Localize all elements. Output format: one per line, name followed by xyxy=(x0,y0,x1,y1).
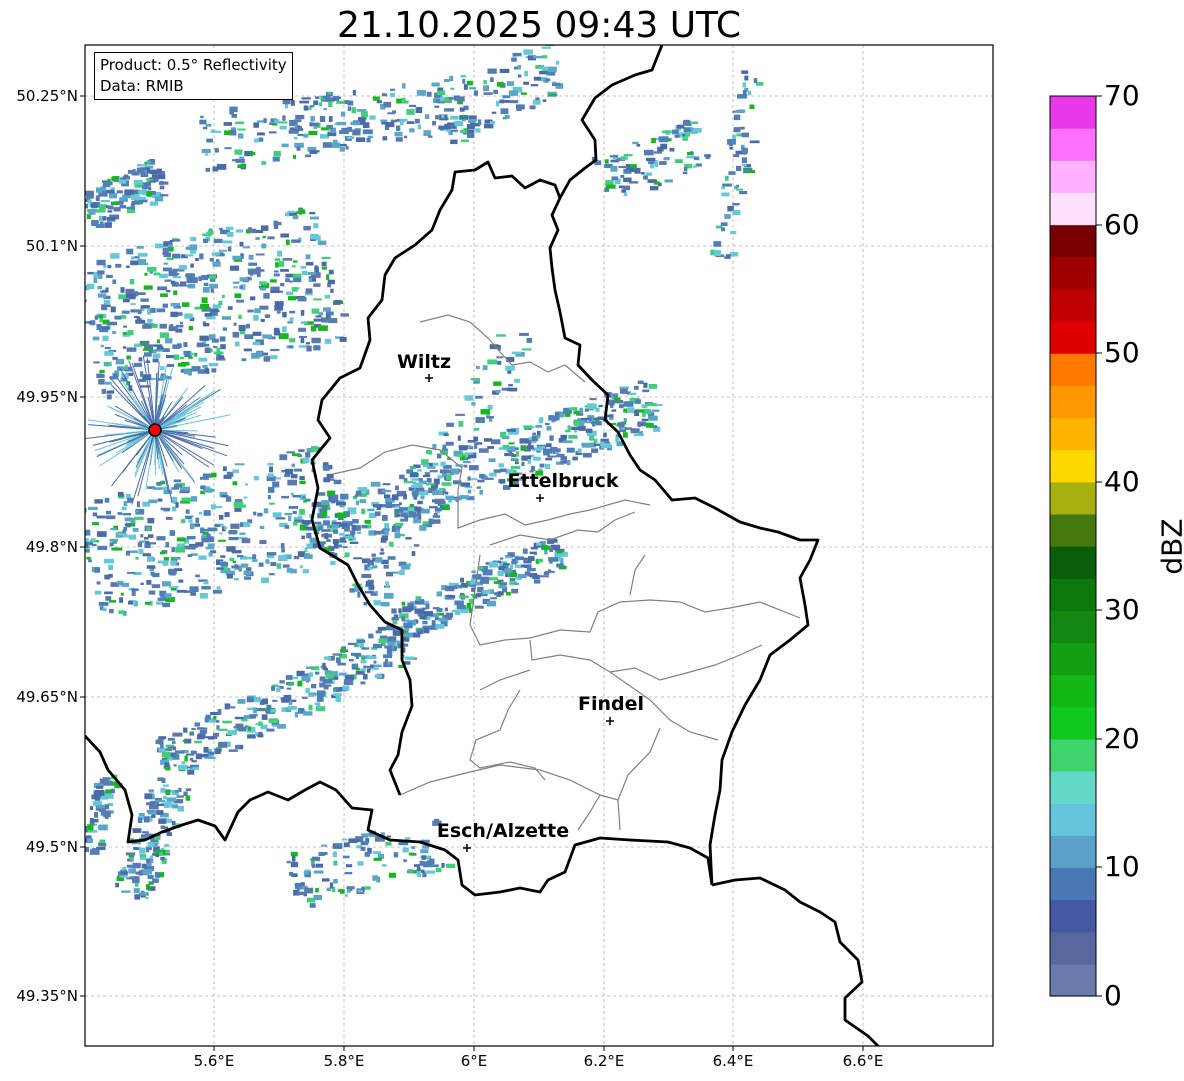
colorbar-tick-label: 30 xyxy=(1104,593,1140,626)
data-source-label: Data: RMIB xyxy=(100,77,184,95)
lat-label: 50.25°N xyxy=(16,87,78,105)
lon-label: 6.2°E xyxy=(583,1052,625,1070)
lon-label: 5.6°E xyxy=(193,1052,235,1070)
city-label-findel: Findel xyxy=(577,693,645,715)
colorbar-segment xyxy=(1050,513,1096,547)
colorbar-segment xyxy=(1050,674,1096,708)
colorbar-segment xyxy=(1050,963,1096,997)
lon-label: 6.4°E xyxy=(712,1052,754,1070)
colorbar-segment xyxy=(1050,546,1096,579)
colorbar-segment xyxy=(1050,96,1096,129)
colorbar-segment xyxy=(1050,192,1096,226)
colorbar-unit-label: dBZ xyxy=(1155,518,1184,575)
lat-label: 49.5°N xyxy=(25,838,78,856)
lat-label: 49.35°N xyxy=(16,987,78,1005)
colorbar-segment xyxy=(1050,385,1096,419)
colorbar-segment xyxy=(1050,321,1096,354)
colorbar-segment xyxy=(1050,128,1096,161)
colorbar-segment xyxy=(1050,931,1096,965)
lat-label: 50.1°N xyxy=(25,237,78,255)
colorbar-tick-label: 0 xyxy=(1104,979,1122,1012)
colorbar-segment xyxy=(1050,867,1096,901)
product-label: Product: 0.5° Reflectivity xyxy=(100,56,287,74)
axis-ticks xyxy=(80,95,864,1051)
colorbar-tick-label: 50 xyxy=(1104,336,1140,369)
colorbar-segment xyxy=(1050,481,1096,515)
colorbar-segment xyxy=(1050,417,1096,451)
country-borders xyxy=(85,45,880,1046)
lat-label: 49.95°N xyxy=(16,388,78,406)
colorbar-segment xyxy=(1050,706,1096,740)
colorbar-tick-label: 70 xyxy=(1104,79,1140,112)
colorbar-ticks xyxy=(1096,95,1102,997)
colorbar-segment xyxy=(1050,578,1096,611)
colorbar-segment xyxy=(1050,771,1096,804)
colorbar xyxy=(1050,96,1096,997)
radar-site xyxy=(148,423,162,437)
lat-label: 49.65°N xyxy=(16,688,78,706)
colorbar-segment xyxy=(1050,738,1096,772)
radar-map xyxy=(80,44,1102,1051)
city-label-wiltz: Wiltz xyxy=(396,351,452,373)
colorbar-segment xyxy=(1050,610,1096,644)
colorbar-segment xyxy=(1050,449,1096,483)
lon-label: 6°E xyxy=(460,1052,488,1070)
radar-echoes xyxy=(85,45,764,908)
city-label-esch-alzette: Esch/Alzette xyxy=(436,820,570,842)
info-box: Product: 0.5° Reflectivity Data: RMIB xyxy=(94,52,293,100)
colorbar-segment xyxy=(1050,899,1096,933)
colorbar-segment xyxy=(1050,160,1096,194)
colorbar-tick-label: 60 xyxy=(1104,208,1140,241)
colorbar-segment xyxy=(1050,256,1096,290)
city-label-ettelbruck: Ettelbruck xyxy=(507,470,619,492)
colorbar-segment xyxy=(1050,288,1096,322)
colorbar-segment xyxy=(1050,642,1096,676)
lon-label: 5.8°E xyxy=(323,1052,365,1070)
colorbar-segment xyxy=(1050,803,1096,836)
lon-label: 6.6°E xyxy=(842,1052,884,1070)
colorbar-tick-label: 10 xyxy=(1104,850,1140,883)
colorbar-tick-label: 20 xyxy=(1104,722,1140,755)
lat-label: 49.8°N xyxy=(25,538,78,556)
colorbar-segment xyxy=(1050,835,1096,869)
colorbar-tick-label: 40 xyxy=(1104,465,1140,498)
colorbar-segment xyxy=(1050,224,1096,258)
colorbar-segment xyxy=(1050,353,1096,386)
